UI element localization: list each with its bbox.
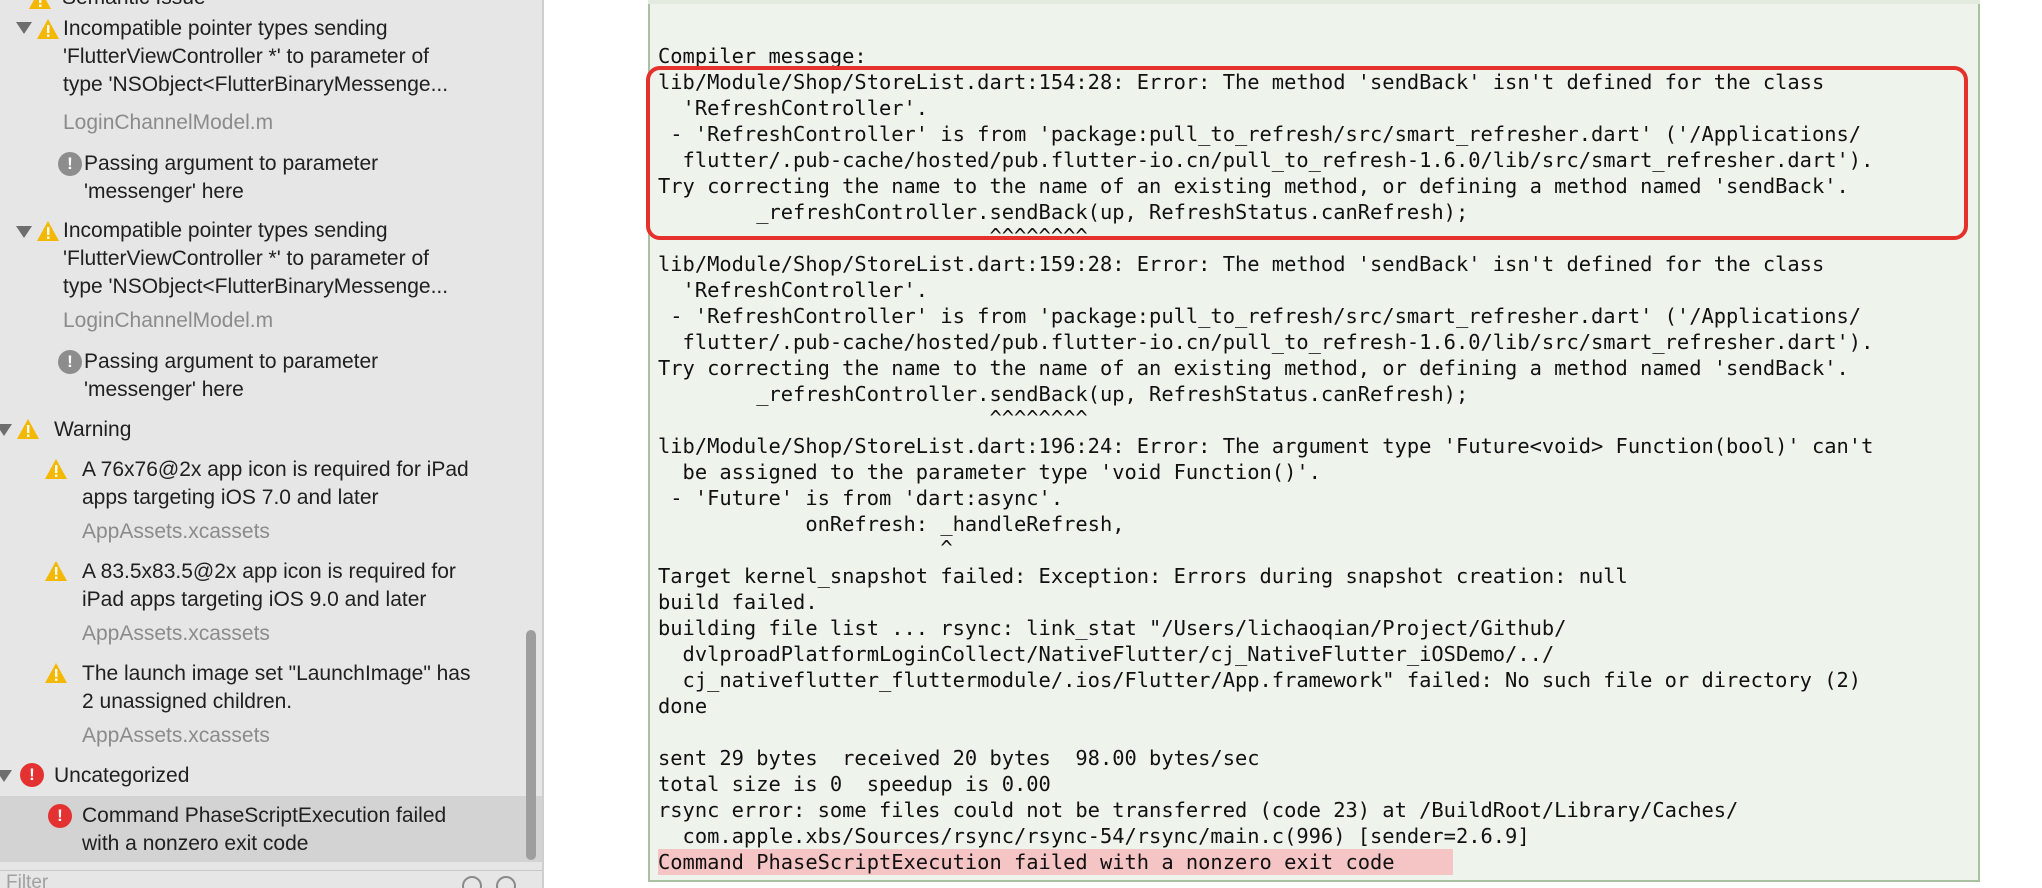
log-line: flutter/.pub-cache/hosted/pub.flutter-io… (658, 330, 1874, 354)
note-icon: ! (58, 350, 82, 374)
log-line: com.apple.xbs/Sources/rsync/rsync-54/rsy… (658, 824, 1530, 848)
issue-file-label[interactable]: LoginChannelModel.m (63, 109, 273, 137)
warning-icon (16, 418, 40, 440)
warning-icon (44, 458, 68, 480)
disclosure-triangle-icon[interactable] (16, 226, 32, 238)
note-icon: ! (58, 152, 82, 176)
issue-note[interactable]: Passing argument to parameter 'messenger… (84, 150, 378, 206)
issue-item[interactable]: Incompatible pointer types sending 'Flut… (63, 217, 448, 301)
filter-input[interactable]: Filter (6, 872, 48, 888)
warning-icon (36, 220, 60, 242)
issue-file-label[interactable]: LoginChannelModel.m (63, 307, 273, 335)
warning-icon (44, 560, 68, 582)
log-line: dvlproadPlatformLoginCollect/NativeFlutt… (658, 642, 1555, 666)
log-line-final-error: Command PhaseScriptExecution failed with… (658, 850, 1395, 874)
log-line: Target kernel_snapshot failed: Exception… (658, 564, 1628, 588)
error-highlight-box (646, 66, 1968, 240)
warning-item[interactable]: A 76x76@2x app icon is required for iPad… (82, 456, 469, 512)
issue-file-label[interactable]: AppAssets.xcassets (82, 722, 270, 750)
log-line: lib/Module/Shop/StoreList.dart:196:24: E… (658, 434, 1874, 458)
pane-divider[interactable] (542, 0, 544, 888)
log-line: 'RefreshController'. (658, 278, 929, 302)
log-line: total size is 0 speedup is 0.00 (658, 772, 1051, 796)
log-line: sent 29 bytes received 20 bytes 98.00 by… (658, 746, 1260, 770)
log-line: - 'Future' is from 'dart:async'. (658, 486, 1064, 510)
log-line: lib/Module/Shop/StoreList.dart:159:28: E… (658, 252, 1825, 276)
log-line: done (658, 694, 708, 718)
disclosure-triangle-icon[interactable] (16, 22, 32, 34)
log-line: build failed. (658, 590, 818, 614)
log-line: onRefresh: _handleRefresh, (658, 512, 1125, 536)
disclosure-triangle-icon[interactable] (0, 770, 12, 782)
scrollbar-thumb[interactable] (526, 630, 536, 860)
issue-item[interactable]: Incompatible pointer types sending 'Flut… (63, 15, 448, 99)
log-line: cj_nativeflutter_fluttermodule/.ios/Flut… (658, 668, 1862, 692)
issue-file-label[interactable]: AppAssets.xcassets (82, 518, 270, 546)
issue-file-label[interactable]: AppAssets.xcassets (82, 620, 270, 648)
warning-item[interactable]: The launch image set "LaunchImage" has 2… (82, 660, 470, 716)
log-line: rsync error: some files could not be tra… (658, 798, 1739, 822)
warning-icon (36, 18, 60, 40)
log-line: ^ (658, 536, 953, 560)
log-line: - 'RefreshController' is from 'package:p… (658, 304, 1862, 328)
warning-icon (28, 0, 52, 10)
log-pane-top-edge (648, 0, 1980, 4)
log-line: be assigned to the parameter type 'void … (658, 460, 1321, 484)
disclosure-triangle-icon[interactable] (0, 424, 12, 436)
warning-item[interactable]: A 83.5x83.5@2x app icon is required for … (82, 558, 456, 614)
issue-navigator: Semantic Issue Incompatible pointer type… (0, 0, 542, 888)
issue-group-uncategorized[interactable]: Uncategorized (54, 762, 189, 790)
issue-group-warning[interactable]: Warning (54, 416, 131, 444)
filter-bar (0, 870, 542, 888)
error-icon: ! (20, 763, 44, 787)
issue-note[interactable]: Passing argument to parameter 'messenger… (84, 348, 378, 404)
log-line: building file list ... rsync: link_stat … (658, 616, 1567, 640)
log-line: Try correcting the name to the name of a… (658, 356, 1849, 380)
issue-group-semantic[interactable]: Semantic Issue (62, 0, 206, 12)
uncategorized-error-item[interactable]: Command PhaseScriptExecution failed with… (82, 802, 446, 858)
log-line: _refreshController.sendBack(up, RefreshS… (658, 382, 1469, 406)
error-icon: ! (48, 804, 72, 828)
warning-icon (44, 662, 68, 684)
log-line: ^^^^^^^^ (658, 406, 1088, 430)
